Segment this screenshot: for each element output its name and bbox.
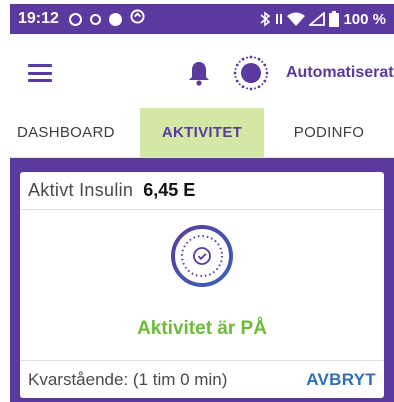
- dot-icon: [108, 12, 122, 26]
- remaining-time: Kvarstående: (1 tim 0 min): [28, 369, 228, 389]
- active-insulin-value: 6,45 E: [143, 180, 196, 200]
- battery-icon: [329, 11, 340, 27]
- main-content: Aktivt Insulin 6,45 E Aktivitet är PÅ Kv…: [10, 158, 394, 402]
- app-bar: Automatiserat: [10, 34, 394, 108]
- status-bar: 19:12 100 %: [10, 4, 394, 34]
- mode-label[interactable]: Automatiserat: [286, 64, 394, 82]
- cancel-button[interactable]: AVBRYT: [306, 370, 376, 390]
- active-insulin-label: Aktivt Insulin: [28, 180, 134, 200]
- screen: 19:12 100 % Automatiserat DASHBOARD AKTI…: [0, 0, 394, 402]
- activity-check-icon: [170, 224, 234, 293]
- activity-card: Aktivt Insulin 6,45 E Aktivitet är PÅ Kv…: [20, 172, 384, 398]
- sync-icon: [130, 9, 145, 29]
- battery-percent: 100 %: [343, 10, 386, 28]
- status-icons-right: 100 %: [259, 11, 386, 28]
- signal-icon: [309, 12, 326, 26]
- activity-footer: Kvarstående: (1 tim 0 min) AVBRYT: [20, 360, 384, 398]
- wifi-icon: [287, 12, 306, 26]
- activity-status: Aktivitet är PÅ: [137, 318, 267, 339]
- vibrate-icon: [275, 12, 283, 26]
- status-time: 19:12: [18, 10, 59, 27]
- bluetooth-icon: [259, 11, 271, 27]
- pod-status-icon[interactable]: [232, 54, 270, 97]
- bell-icon[interactable]: [188, 60, 210, 91]
- tab-bar: DASHBOARD AKTIVITET PODINFO: [10, 108, 394, 158]
- info-icon: [89, 13, 101, 25]
- tab-podinfo[interactable]: PODINFO: [264, 108, 394, 157]
- tab-dashboard[interactable]: DASHBOARD: [10, 108, 140, 157]
- hamburger-icon[interactable]: [28, 64, 52, 82]
- tab-aktivitet[interactable]: AKTIVITET: [140, 108, 264, 157]
- status-icons-left: [68, 9, 145, 29]
- record-icon: [68, 12, 82, 26]
- active-insulin-row: Aktivt Insulin 6,45 E: [20, 172, 384, 210]
